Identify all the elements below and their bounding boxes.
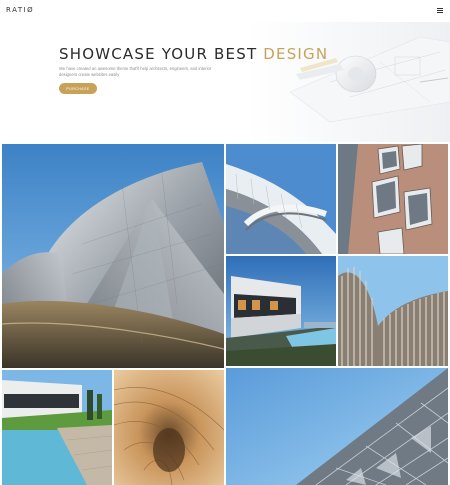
top-navigation-bar: RATIØ <box>0 0 450 22</box>
hero-description: We have created an awesome theme that'll… <box>59 66 212 77</box>
wooden-ribbon-photo[interactable] <box>114 370 224 485</box>
hero-title-accent: DESIGN <box>263 45 329 63</box>
hero-title-main: SHOWCASE YOUR BEST <box>59 45 264 63</box>
purchase-button[interactable]: PURCHASE <box>59 83 97 94</box>
wave-louvers-photo[interactable] <box>338 256 448 366</box>
site-logo[interactable]: RATIØ <box>6 6 34 14</box>
white-house-lawn-photo[interactable] <box>2 370 112 485</box>
triangular-glass-facade-photo[interactable] <box>226 368 448 485</box>
white-arch-photo[interactable] <box>226 144 336 254</box>
hero-section: SHOWCASE YOUR BEST DESIGN We have create… <box>0 22 450 142</box>
blueprint-drawing-image <box>0 22 450 142</box>
portfolio-gallery <box>0 142 450 485</box>
disney-concert-hall-photo[interactable] <box>2 144 224 368</box>
hero-title: SHOWCASE YOUR BEST DESIGN <box>59 45 328 63</box>
angled-windows-facade-photo[interactable] <box>338 144 448 254</box>
hamburger-menu-icon[interactable] <box>437 8 443 13</box>
modern-villa-photo[interactable] <box>226 256 336 366</box>
